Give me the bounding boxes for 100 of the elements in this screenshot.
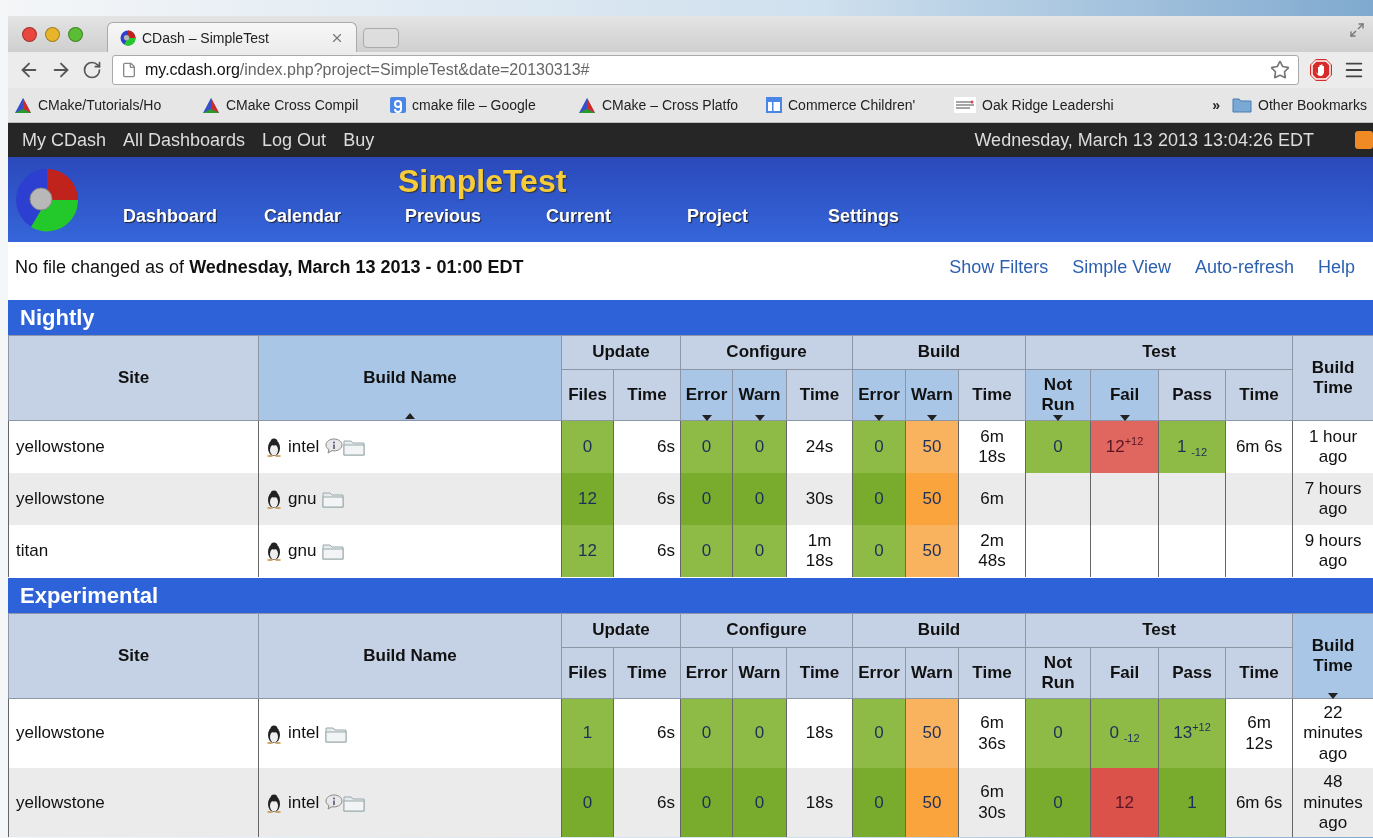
table-cell: 2m 48s [958,525,1026,577]
column-header[interactable]: Time [958,369,1026,421]
column-header[interactable]: Warn [732,369,787,421]
column-header[interactable]: Build Name [258,335,562,421]
table-cell: 30s [786,473,853,525]
more-bookmarks-button[interactable]: » [1212,97,1221,113]
column-header[interactable]: Warn [905,369,959,421]
table-cell: 22 minutes ago [1292,698,1373,769]
column-header[interactable]: Time [1225,647,1293,699]
result-cell: 0 [561,768,614,838]
column-header[interactable]: Site [8,335,259,421]
result-cell: 0 [1025,698,1091,769]
table-cell: 6s [613,473,681,525]
result-cell: 1 [561,698,614,769]
column-header[interactable]: Pass [1158,369,1226,421]
result-cell: 0 [732,525,787,577]
nav-link[interactable]: Current [546,206,687,227]
result-cell: 13$^{+12}$ [1158,698,1226,769]
column-header[interactable]: Time [786,647,853,699]
result-cell: 1 $_{-12}$ [1158,420,1226,473]
table-cell: 1 hour ago [1292,420,1373,473]
group-header: Test [1025,613,1293,648]
close-window-icon[interactable] [22,26,37,42]
column-header[interactable]: Error [852,647,906,699]
reload-icon[interactable] [82,60,102,80]
bookmark-link[interactable]: CMake – Cross Platfo [602,97,739,113]
group-header: Update [561,613,681,648]
page-link[interactable]: Show Filters [949,256,1049,278]
info-bubble-icon[interactable] [325,438,344,454]
top-nav-link[interactable]: Log Out [262,129,327,151]
result-cell: 12 [561,525,614,577]
bookmark-link[interactable]: Commerce Children' [788,97,916,113]
bookmark-link[interactable]: CMake Cross Compil [226,97,359,113]
page-link[interactable]: Auto-refresh [1194,256,1294,278]
bookmark-link[interactable]: Other Bookmarks [1258,97,1367,113]
stop-hand-icon[interactable] [1309,58,1333,82]
column-header[interactable]: Not Run [1025,369,1091,421]
minimize-window-icon[interactable] [45,26,60,42]
top-nav-link[interactable]: Buy [343,129,375,151]
column-header[interactable]: Pass [1158,647,1226,699]
column-header[interactable]: Fail [1090,647,1159,699]
triangle-icon [14,96,32,114]
penguin-icon [266,792,282,813]
column-header[interactable]: Site [8,613,259,699]
column-header[interactable]: Warn [732,647,787,699]
column-header[interactable]: Time [786,369,853,421]
logo-icon [120,29,136,46]
table-cell: 6s [613,698,681,769]
folder-icon [1232,97,1253,113]
fullscreen-icon[interactable] [1349,22,1365,38]
table-cell: 6m 18s [958,420,1026,473]
nav-link[interactable]: Settings [828,206,969,227]
table-cell: 6s [613,768,681,838]
column-header[interactable]: Time [613,647,681,699]
info-bubble-icon[interactable] [325,793,344,810]
browser-tab[interactable]: CDash – SimpleTest [107,22,357,52]
nav-link[interactable]: Calendar [264,206,405,227]
group-header: Test [1025,335,1293,370]
column-header[interactable]: Not Run [1025,647,1091,699]
page-link[interactable]: Help [1317,256,1355,278]
column-header[interactable]: Time [613,369,681,421]
table-cell: 6s [613,525,681,577]
column-header[interactable]: Build Time [1292,613,1373,699]
build-name: intel [288,436,320,458]
result-cell: 0 [680,698,733,769]
column-header[interactable]: Time [958,647,1026,699]
column-header[interactable]: Fail [1090,369,1159,421]
result-cell: 12 [561,473,614,525]
section-title: Nightly [8,300,1373,335]
column-header[interactable]: Error [680,647,733,699]
nav-link[interactable]: Previous [405,206,546,227]
column-header[interactable]: Build Time [1292,335,1373,421]
table-cell: 18s [786,768,853,838]
top-nav-link[interactable]: All Dashboards [123,129,246,151]
column-header[interactable]: Files [561,647,614,699]
zoom-window-icon[interactable] [68,26,83,42]
result-cell: 0 [852,525,906,577]
group-header: Build [852,335,1026,370]
nav-link[interactable]: Project [687,206,828,227]
bookmark-link[interactable]: Oak Ridge Leadershi [982,97,1114,113]
result-cell: 50 [905,768,959,838]
star-icon[interactable] [1270,60,1290,80]
penguin-icon [266,489,282,509]
column-header[interactable]: Time [1225,369,1293,421]
triangle-icon [202,96,220,114]
table-cell: 18s [786,698,853,769]
column-header[interactable]: Error [680,369,733,421]
column-header[interactable]: Warn [905,647,959,699]
nav-link[interactable]: Dashboard [123,206,264,227]
column-header[interactable]: Build Name [258,613,562,699]
bookmark-link[interactable]: cmake file – Google [412,97,536,113]
result-cell: 0 [732,768,787,838]
group-header: Configure [680,335,853,370]
logo-icon[interactable] [14,166,80,233]
bookmark-link[interactable]: CMake/Tutorials/Ho [38,97,162,113]
page-link[interactable]: Simple View [1072,256,1171,278]
address-bar[interactable]: my.cdash.org/index.php?project=SimpleTest&date=20130313# [112,55,1299,85]
column-header[interactable]: Files [561,369,614,421]
top-nav-link[interactable]: My CDash [22,129,106,151]
column-header[interactable]: Error [852,369,906,421]
